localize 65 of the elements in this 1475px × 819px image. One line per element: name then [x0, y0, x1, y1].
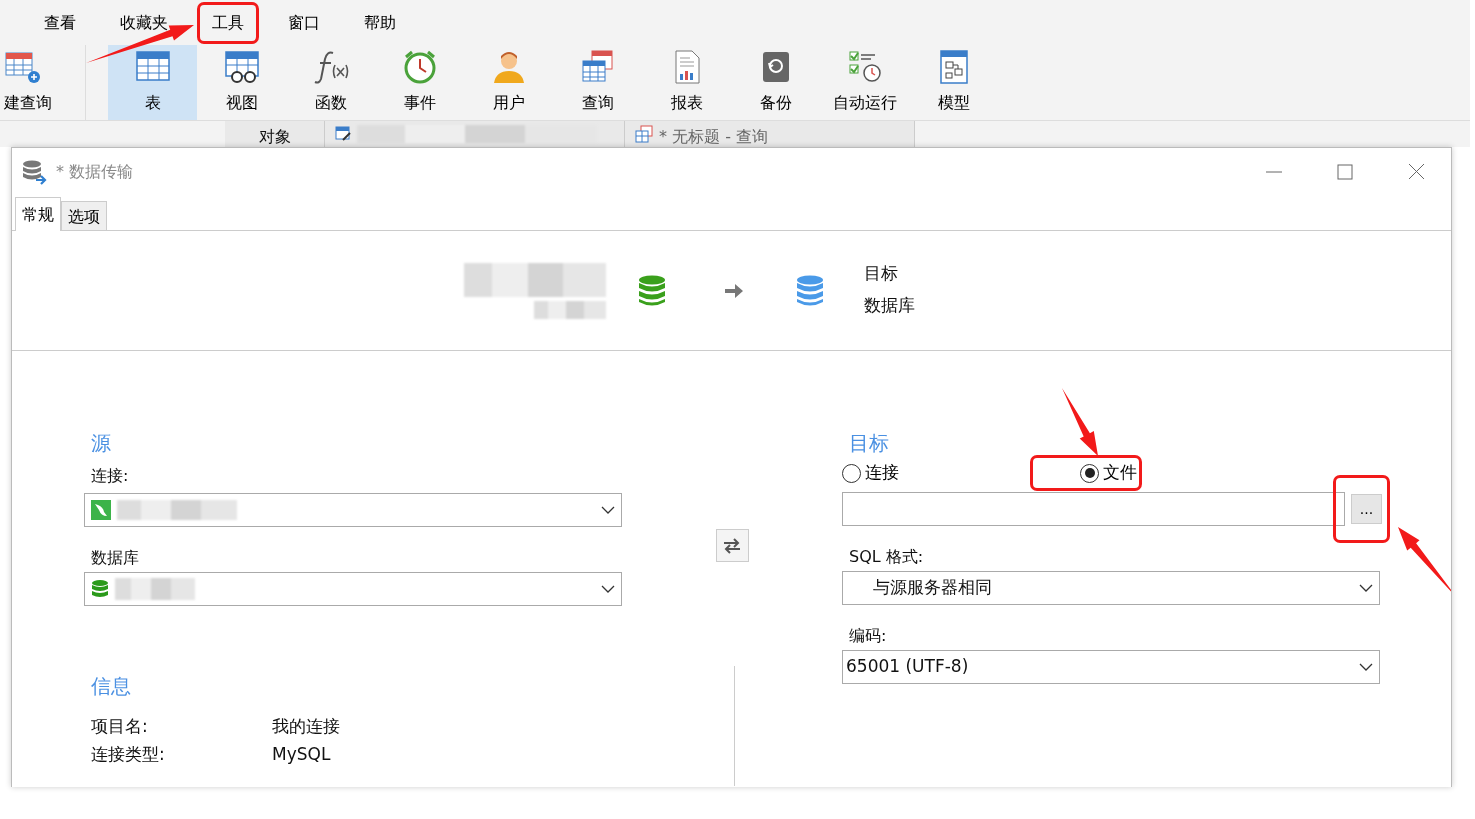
- window-title: * 数据传输: [56, 161, 134, 183]
- toolbar-button[interactable]: 备份: [731, 45, 820, 120]
- toolbar-button[interactable]: 表: [108, 45, 197, 120]
- arrow: [1062, 388, 1098, 457]
- swap-button[interactable]: [715, 529, 749, 562]
- connection-dropdown[interactable]: [84, 493, 622, 527]
- target-type: 数据库: [864, 293, 915, 317]
- database-icon: [796, 274, 824, 307]
- section-heading: 源: [90, 430, 112, 457]
- browse-button[interactable]: ...: [1351, 494, 1382, 524]
- toolbar-button[interactable]: 自动运行: [820, 45, 909, 120]
- document-tab[interactable]: * 无标题 - 查询: [625, 121, 915, 147]
- info-value: MySQL: [272, 743, 331, 766]
- tab[interactable]: 常规: [15, 197, 61, 231]
- checklist-icon: [846, 49, 883, 85]
- maximize-icon: [1334, 163, 1355, 181]
- table-icon: [579, 49, 616, 85]
- view-icon: [223, 49, 260, 85]
- section-heading: 信息: [90, 673, 132, 700]
- document-tab[interactable]: 对象: [225, 121, 325, 147]
- swap-icon: [723, 537, 741, 554]
- database-icon: [91, 579, 109, 599]
- toolbar-button[interactable]: 视图: [197, 45, 286, 120]
- chevron-down-icon: [601, 584, 615, 594]
- file-path-field[interactable]: [842, 492, 1345, 526]
- function-icon: [312, 49, 349, 85]
- database-transfer-icon: [22, 159, 48, 185]
- target-label: 目标: [864, 262, 899, 285]
- menu-item[interactable]: 窗口: [266, 10, 342, 35]
- section-heading: 目标: [848, 430, 890, 457]
- field-label: 数据库: [90, 547, 140, 569]
- database-dropdown[interactable]: [84, 572, 622, 606]
- chevron-down-icon: [1359, 583, 1373, 593]
- chevron-down-icon: [601, 505, 615, 515]
- encoding-dropdown[interactable]: 65001 (UTF-8): [842, 650, 1380, 684]
- toolbar-button[interactable]: 报表: [642, 45, 731, 120]
- toolbar-button[interactable]: 建查询: [0, 45, 86, 120]
- table-icon: [4, 49, 40, 85]
- table-edit-icon: [335, 125, 351, 141]
- menu-item[interactable]: 收藏夹: [98, 10, 190, 35]
- field-label: SQL 格式:: [848, 546, 925, 568]
- radio-button[interactable]: 文件: [1080, 460, 1137, 486]
- table-icon: [635, 125, 653, 143]
- tab[interactable]: 选项: [61, 201, 107, 230]
- toolbar-button[interactable]: 模型: [909, 45, 998, 120]
- document-tab[interactable]: [325, 121, 625, 147]
- minimize-icon: [1265, 171, 1282, 173]
- menu-item[interactable]: 查看: [22, 10, 98, 35]
- arrow-right-icon: [724, 281, 744, 300]
- toolbar-button[interactable]: 函数: [286, 45, 375, 120]
- field-label: 连接:: [90, 465, 130, 487]
- info-label: 连接类型:: [91, 743, 166, 766]
- blurred-text: [534, 300, 606, 319]
- menu-item[interactable]: 工具: [200, 4, 256, 41]
- field-label: 编码:: [848, 625, 888, 647]
- chevron-down-icon: [1359, 662, 1373, 672]
- info-label: 项目名:: [91, 715, 149, 738]
- database-icon: [638, 274, 666, 307]
- sql-format-dropdown[interactable]: 与源服务器相同: [842, 571, 1380, 605]
- toolbar-button[interactable]: 用户: [464, 45, 553, 120]
- menu-item[interactable]: 帮助: [342, 10, 418, 35]
- radio-button[interactable]: 连接: [842, 460, 899, 486]
- toolbar-button[interactable]: 查询: [553, 45, 642, 120]
- info-value: 我的连接: [272, 715, 340, 738]
- toolbar-button[interactable]: 事件: [375, 45, 464, 120]
